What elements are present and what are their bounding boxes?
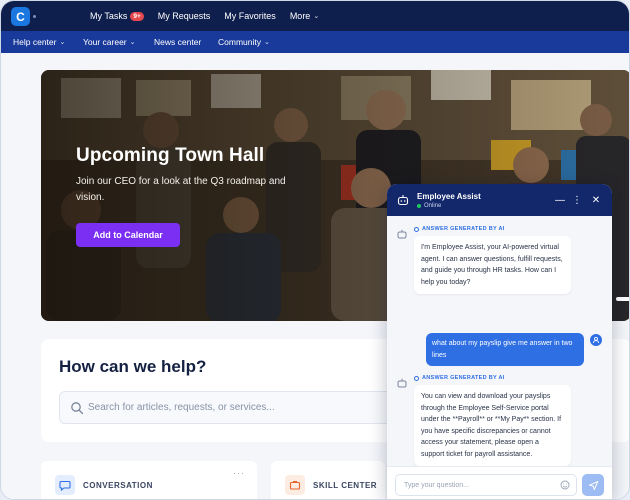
- chat-widget: Employee Assist Online — ⋮ ✕ ANSWER GENE…: [387, 184, 612, 499]
- subnav-your-career-label: Your career: [83, 37, 127, 47]
- briefcase-icon: [285, 475, 305, 495]
- robot-icon: [397, 378, 407, 388]
- nav-more[interactable]: More ⌄: [290, 11, 319, 21]
- more-options-icon[interactable]: ···: [233, 468, 245, 478]
- carousel-indicator[interactable]: [616, 297, 629, 301]
- subnav-community-label: Community: [218, 37, 261, 47]
- robot-icon: [397, 195, 409, 206]
- send-button[interactable]: [582, 474, 604, 496]
- close-icon[interactable]: ✕: [589, 193, 603, 207]
- hero-subtitle: Join our CEO for a look at the Q3 roadma…: [76, 176, 286, 203]
- search-placeholder: Search for articles, requests, or servic…: [88, 402, 275, 413]
- sub-nav: Help center ⌄ Your career ⌄ News center …: [1, 31, 629, 53]
- conversation-label: CONVERSATION: [83, 481, 153, 490]
- user-message: what about my payslip give me answer in …: [426, 333, 584, 366]
- subnav-help-center-label: Help center: [13, 37, 57, 47]
- search-icon: [71, 401, 84, 414]
- hero-title: Upcoming Town Hall: [76, 145, 265, 166]
- search-input[interactable]: Search for articles, requests, or servic…: [59, 391, 399, 424]
- chevron-down-icon: ⌄: [313, 13, 320, 20]
- chat-input-placeholder: Type your question...: [404, 481, 469, 489]
- chat-header: Employee Assist Online — ⋮ ✕: [387, 184, 612, 216]
- nav-more-label: More: [289, 11, 311, 21]
- chat-agent-name: Employee Assist: [417, 192, 481, 201]
- nav-my-favorites-label: My Favorites: [224, 11, 276, 21]
- subnav-community[interactable]: Community ⌄: [218, 31, 270, 53]
- more-vertical-icon[interactable]: ⋮: [570, 193, 584, 207]
- emoji-icon[interactable]: [560, 480, 570, 490]
- app-window: C My Tasks 9+ My Requests My Favorites M…: [0, 0, 630, 500]
- nav-my-requests-label: My Requests: [157, 11, 211, 21]
- top-nav: My Tasks 9+ My Requests My Favorites Mor…: [90, 1, 319, 31]
- logo-dot: [33, 15, 36, 18]
- chat-footer: Type your question...: [387, 466, 612, 499]
- nav-my-favorites[interactable]: My Favorites: [224, 11, 276, 21]
- subnav-your-career[interactable]: Your career ⌄: [83, 31, 136, 53]
- ai-message: I'm Employee Assist, your AI-powered vir…: [414, 236, 571, 294]
- nav-my-requests[interactable]: My Requests: [158, 11, 211, 21]
- send-icon: [588, 480, 598, 490]
- company-logo[interactable]: C: [11, 7, 30, 26]
- subnav-news-center[interactable]: News center: [154, 31, 201, 53]
- logo-letter: C: [16, 9, 25, 24]
- skill-center-label: SKILL CENTER: [313, 481, 378, 490]
- ai-generated-tag: ANSWER GENERATED BY AI: [414, 375, 505, 381]
- user-avatar-icon: [590, 334, 602, 346]
- nav-my-tasks[interactable]: My Tasks 9+: [90, 11, 144, 21]
- tasks-count-badge: 9+: [130, 11, 144, 21]
- help-title: How can we help?: [59, 357, 207, 376]
- info-icon: [414, 375, 419, 381]
- nav-my-tasks-label: My Tasks: [90, 11, 128, 21]
- subnav-news-center-label: News center: [154, 37, 202, 47]
- chat-messages: ANSWER GENERATED BY AI I'm Employee Assi…: [387, 216, 612, 466]
- chat-question-input[interactable]: Type your question...: [395, 474, 577, 496]
- skill-center-card[interactable]: SKILL CENTER: [271, 461, 385, 499]
- ai-generated-label: ANSWER GENERATED BY AI: [422, 226, 505, 232]
- chevron-down-icon: ⌄: [129, 39, 136, 46]
- chat-status-label: Online: [424, 203, 442, 209]
- ai-generated-tag: ANSWER GENERATED BY AI: [414, 226, 505, 232]
- ai-generated-label: ANSWER GENERATED BY AI: [422, 375, 505, 381]
- ai-message: You can view and download your payslips …: [414, 385, 571, 466]
- subnav-help-center[interactable]: Help center ⌄: [13, 31, 65, 53]
- chat-status: Online: [417, 203, 441, 209]
- robot-icon: [397, 229, 407, 239]
- add-to-calendar-button[interactable]: Add to Calendar: [76, 223, 180, 247]
- top-bar: C My Tasks 9+ My Requests My Favorites M…: [1, 1, 629, 31]
- conversation-card[interactable]: CONVERSATION ···: [41, 461, 257, 499]
- chevron-down-icon: ⌄: [59, 39, 66, 46]
- minimize-icon[interactable]: —: [553, 193, 567, 207]
- chevron-down-icon: ⌄: [263, 39, 270, 46]
- chat-bubble-icon: [55, 475, 75, 495]
- online-status-dot: [417, 204, 421, 208]
- info-icon: [414, 226, 419, 232]
